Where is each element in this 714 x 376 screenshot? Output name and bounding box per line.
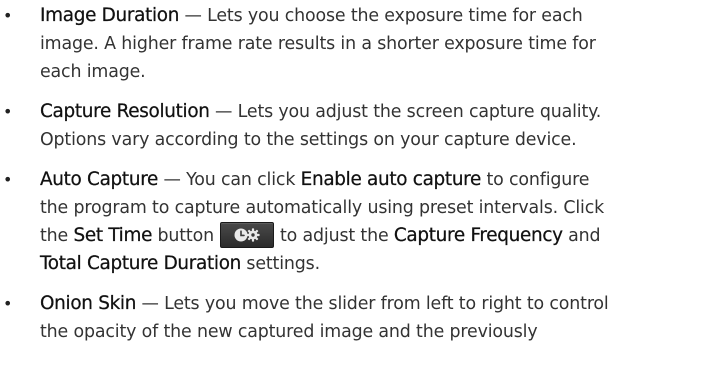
feature-list: • Image Duration — Lets you choose the e… (0, 0, 714, 358)
description-text: the program to capture automatically usi… (40, 198, 605, 218)
description-text: the (40, 226, 74, 246)
list-item-image-duration: • Image Duration — Lets you choose the e… (0, 2, 714, 86)
list-item-onion-skin: • Onion Skin — Lets you move the slider … (0, 290, 714, 346)
line: Auto Capture — You can click Enable auto… (40, 166, 714, 194)
line: the Set Time button to adjust the Captur… (40, 221, 714, 250)
line: Capture Resolution — Lets you adjust the… (40, 98, 714, 126)
line: Onion Skin — Lets you move the slider fr… (40, 290, 714, 318)
line: Image Duration — Lets you choose the exp… (40, 2, 714, 30)
term-capture-resolution: Capture Resolution (40, 101, 210, 122)
description-text: — Lets you move the slider from left to … (136, 294, 609, 314)
term-image-duration: Image Duration (40, 5, 180, 26)
description-text: image. A higher frame rate results in a … (40, 34, 596, 54)
description-text: — You can click (158, 170, 301, 190)
enable-auto-capture-ref: Enable auto capture (300, 169, 482, 190)
description-text: Options vary according to the settings o… (40, 130, 577, 150)
list-item-auto-capture: • Auto Capture — You can click Enable au… (0, 166, 714, 278)
set-time-button[interactable] (219, 221, 274, 248)
bullet: • (3, 170, 13, 189)
bullet: • (3, 6, 13, 25)
description-text: and (562, 226, 601, 246)
clock-gear-icon (234, 227, 260, 242)
description-text: each image. (40, 62, 146, 82)
term-onion-skin: Onion Skin (40, 293, 137, 314)
term-auto-capture: Auto Capture (40, 169, 159, 190)
bullet: • (3, 102, 13, 121)
description-text: button (152, 226, 215, 246)
description-text: to adjust the (279, 226, 394, 246)
total-capture-duration-ref: Total Capture Duration (40, 253, 242, 274)
list-item-capture-resolution: • Capture Resolution — Lets you adjust t… (0, 98, 714, 154)
capture-frequency-ref: Capture Frequency (393, 225, 563, 246)
set-time-ref: Set Time (73, 225, 153, 246)
bullet: • (3, 294, 13, 313)
description-text: the opacity of the new captured image an… (40, 322, 538, 342)
description-text: — Lets you adjust the screen capture qua… (209, 102, 602, 122)
description-text: to configure (481, 170, 590, 190)
line: Total Capture Duration settings. (40, 250, 714, 278)
description-text: — Lets you choose the exposure time for … (179, 6, 583, 26)
description-text: settings. (241, 254, 320, 274)
